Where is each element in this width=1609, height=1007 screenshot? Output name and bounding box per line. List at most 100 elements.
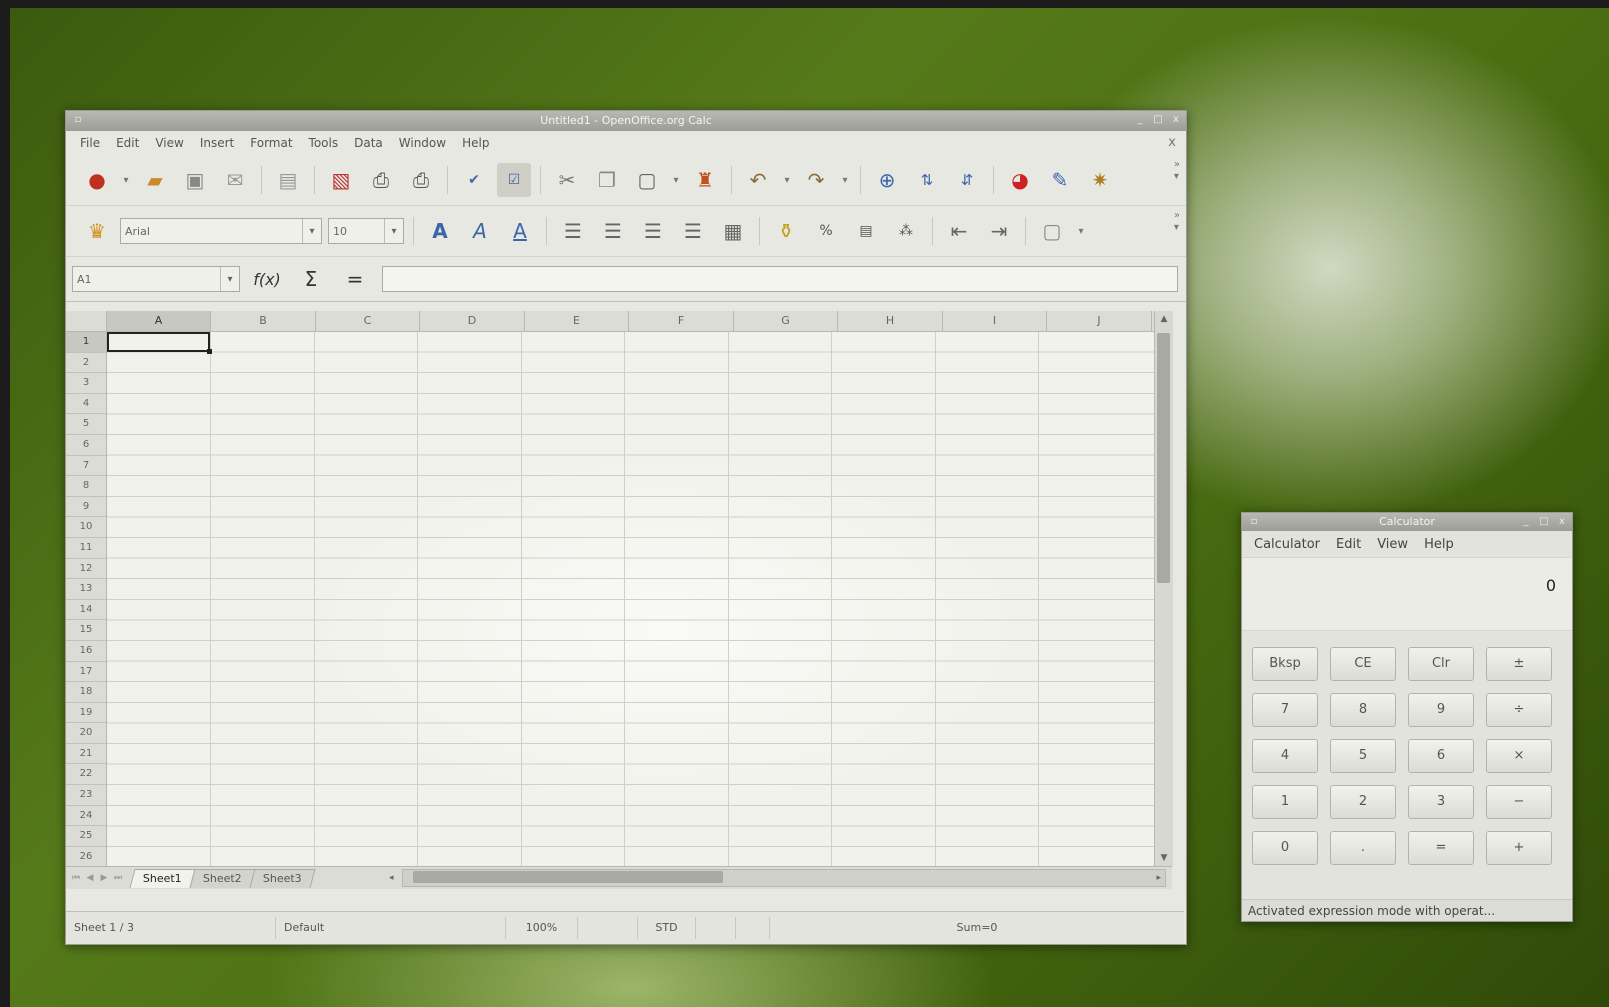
column-header[interactable]: A — [107, 311, 211, 331]
menu-data[interactable]: Data — [346, 136, 391, 150]
print-icon[interactable]: ⎙ — [364, 163, 398, 197]
menu-insert[interactable]: Insert — [192, 136, 242, 150]
sheet-tab-sheet3[interactable]: Sheet3 — [249, 868, 315, 888]
digit-3-button[interactable]: 3 — [1408, 785, 1474, 819]
digit-1-button[interactable]: 1 — [1252, 785, 1318, 819]
bold-icon[interactable]: A — [423, 214, 457, 248]
toolbar-overflow-icon[interactable]: » ▾ — [1174, 159, 1180, 183]
name-box[interactable]: A1 ▾ — [72, 266, 240, 292]
decimal-point-button[interactable]: . — [1330, 831, 1396, 865]
row-header[interactable]: 18 — [66, 682, 106, 703]
digit-6-button[interactable]: 6 — [1408, 739, 1474, 773]
divide-button[interactable]: ÷ — [1486, 693, 1552, 727]
digit-0-button[interactable]: 0 — [1252, 831, 1318, 865]
font-size-combo[interactable]: 10 ▾ — [328, 218, 404, 244]
new-icon[interactable]: ● — [80, 163, 114, 197]
row-header[interactable]: 11 — [66, 538, 106, 559]
column-header[interactable]: C — [316, 311, 420, 331]
minimize-icon[interactable]: _ — [1520, 516, 1532, 528]
align-left-icon[interactable]: ☰ — [556, 214, 590, 248]
justify-icon[interactable]: ☰ — [676, 214, 710, 248]
autospellcheck-icon[interactable]: ☑ — [497, 163, 531, 197]
paste-icon[interactable]: ▢ — [630, 163, 664, 197]
hyperlink-icon[interactable]: ⊕ — [870, 163, 904, 197]
show-draw-icon[interactable]: ✎ — [1043, 163, 1077, 197]
vertical-scrollbar[interactable]: ▲ ▼ — [1154, 311, 1173, 866]
horizontal-scroll-thumb[interactable] — [413, 871, 723, 883]
formula-input[interactable] — [382, 266, 1178, 292]
export-pdf-icon[interactable]: ▧ — [324, 163, 358, 197]
cut-icon[interactable]: ✂ — [550, 163, 584, 197]
name-box-value[interactable]: A1 — [73, 273, 220, 286]
column-header[interactable]: E — [525, 311, 629, 331]
copy-icon[interactable]: ❐ — [590, 163, 624, 197]
row-header[interactable]: 1 — [66, 332, 106, 353]
sheet-tab-sheet2[interactable]: Sheet2 — [189, 868, 256, 888]
row-header[interactable]: 3 — [66, 373, 106, 394]
email-icon[interactable]: ✉ — [218, 163, 252, 197]
styles-formatting-icon[interactable]: ♛ — [80, 214, 114, 248]
menu-tools[interactable]: Tools — [301, 136, 347, 150]
sum-button[interactable]: Σ — [294, 267, 328, 291]
redo-icon[interactable]: ↷ — [799, 163, 833, 197]
scroll-down-icon[interactable]: ▼ — [1155, 853, 1173, 863]
maximize-icon[interactable]: □ — [1538, 516, 1550, 528]
borders-dropdown-icon[interactable]: ▾ — [1075, 214, 1087, 248]
column-header[interactable]: H — [838, 311, 943, 331]
row-header[interactable]: 23 — [66, 785, 106, 806]
row-header[interactable]: 14 — [66, 600, 106, 621]
first-sheet-icon[interactable]: ⏮ — [70, 873, 82, 883]
column-header[interactable]: F — [629, 311, 734, 331]
font-name-value[interactable]: Arial — [121, 225, 302, 238]
decrease-indent-icon[interactable]: ⇤ — [942, 214, 976, 248]
increase-indent-icon[interactable]: ⇥ — [982, 214, 1016, 248]
window-menu-icon[interactable]: ▫ — [1248, 516, 1260, 528]
row-header[interactable]: 20 — [66, 723, 106, 744]
borders-icon[interactable]: ▢ — [1035, 214, 1069, 248]
add-decimal-icon[interactable]: ⁂ — [889, 214, 923, 248]
standard-format-icon[interactable]: ▤ — [849, 214, 883, 248]
sort-descending-icon[interactable]: ⇵ — [950, 163, 984, 197]
row-header[interactable]: 25 — [66, 826, 106, 847]
add-button[interactable]: + — [1486, 831, 1552, 865]
status-selection-mode[interactable]: STD — [638, 917, 696, 939]
menu-format[interactable]: Format — [242, 136, 300, 150]
save-icon[interactable]: ▣ — [178, 163, 212, 197]
minimize-icon[interactable]: _ — [1134, 114, 1146, 126]
column-header[interactable]: J — [1047, 311, 1152, 331]
toolbar-overflow-icon[interactable]: » ▾ — [1174, 210, 1180, 234]
menu-help[interactable]: Help — [454, 136, 497, 150]
digit-9-button[interactable]: 9 — [1408, 693, 1474, 727]
page-preview-icon[interactable]: ⎙ — [404, 163, 438, 197]
digit-5-button[interactable]: 5 — [1330, 739, 1396, 773]
multiply-button[interactable]: × — [1486, 739, 1552, 773]
cell-area[interactable] — [107, 332, 1154, 866]
active-cell-cursor[interactable] — [107, 332, 212, 354]
scroll-up-icon[interactable]: ▲ — [1155, 314, 1173, 324]
digit-2-button[interactable]: 2 — [1330, 785, 1396, 819]
subtract-button[interactable]: − — [1486, 785, 1552, 819]
window-menu-icon[interactable]: ▫ — [72, 114, 84, 126]
scroll-left-icon[interactable]: ◂ — [389, 870, 394, 886]
digit-7-button[interactable]: 7 — [1252, 693, 1318, 727]
last-sheet-icon[interactable]: ⏭ — [112, 873, 124, 883]
italic-icon[interactable]: A — [463, 214, 497, 248]
change-sign-button[interactable]: ± — [1486, 647, 1552, 681]
align-right-icon[interactable]: ☰ — [636, 214, 670, 248]
row-header[interactable]: 26 — [66, 847, 106, 866]
sheet-tab-sheet1[interactable]: Sheet1 — [129, 868, 196, 888]
column-header[interactable]: B — [211, 311, 316, 331]
row-header[interactable]: 22 — [66, 764, 106, 786]
merge-cells-icon[interactable]: ▦ — [716, 214, 750, 248]
row-header[interactable]: 2 — [66, 353, 106, 374]
column-header[interactable]: G — [734, 311, 838, 331]
align-center-icon[interactable]: ☰ — [596, 214, 630, 248]
row-header[interactable]: 10 — [66, 517, 106, 538]
column-header[interactable]: I — [943, 311, 1047, 331]
chevron-down-icon[interactable]: ▾ — [220, 267, 239, 291]
spreadsheet-grid[interactable]: A B C D E F G H I J 1 2 3 4 5 6 7 8 9 10… — [66, 311, 1154, 866]
previous-sheet-icon[interactable]: ◀ — [84, 873, 96, 883]
calculator-titlebar[interactable]: ▫ Calculator _ □ x — [1242, 513, 1572, 531]
sort-ascending-icon[interactable]: ⇅ — [910, 163, 944, 197]
close-document-icon[interactable]: x — [1168, 135, 1176, 150]
